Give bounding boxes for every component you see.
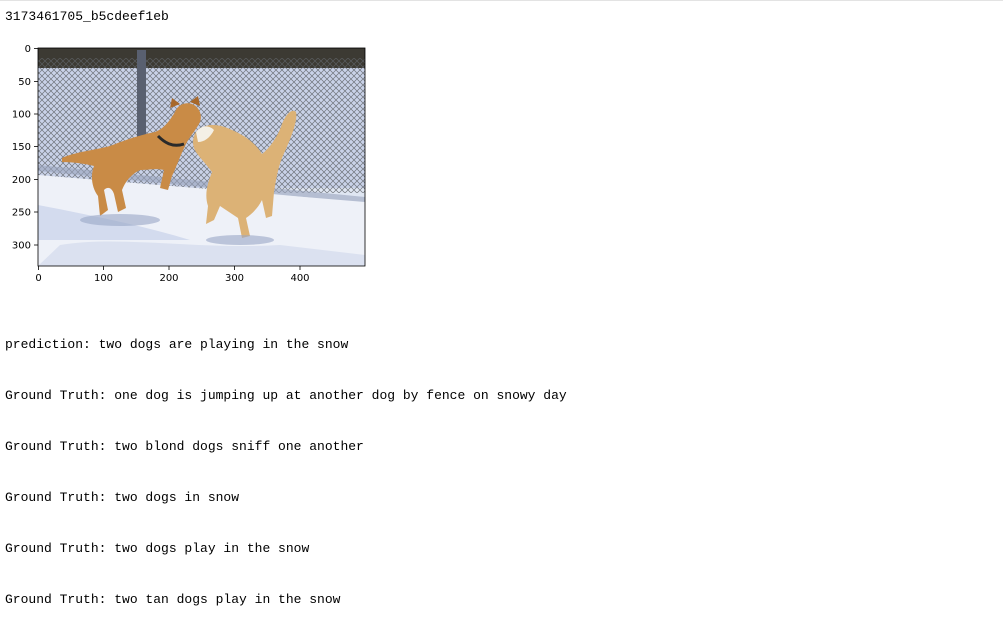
ground-truth-text: Ground Truth: two dogs in snow: [5, 490, 240, 505]
y-tick-label: 250: [12, 208, 31, 219]
ground-truth-text: Ground Truth: one dog is jumping up at a…: [5, 388, 567, 403]
y-axis: 0 50 100 150 200 250 300: [12, 44, 38, 252]
image-plot: 0 100 200 300 400 0 50 100 150 200 250 3…: [0, 40, 380, 285]
x-tick-label: 200: [159, 273, 178, 284]
cell-top-border: [0, 0, 1003, 1]
y-tick-label: 100: [12, 110, 31, 121]
image-id-text: 3173461705_b5cdeef1eb: [5, 9, 169, 24]
ground-truth-text: Ground Truth: two tan dogs play in the s…: [5, 592, 341, 607]
dog-photo: [38, 48, 365, 266]
y-tick-label: 200: [12, 175, 31, 186]
x-tick-label: 400: [290, 273, 309, 284]
y-tick-label: 50: [18, 77, 31, 88]
y-tick-label: 300: [12, 241, 31, 252]
y-tick-label: 0: [25, 44, 31, 55]
y-tick-label: 150: [12, 142, 31, 153]
x-axis: 0 100 200 300 400: [35, 266, 310, 284]
ground-truth-text: Ground Truth: two dogs play in the snow: [5, 541, 310, 556]
x-tick-label: 300: [225, 273, 244, 284]
x-tick-label: 0: [35, 273, 41, 284]
prediction-text: prediction: two dogs are playing in the …: [5, 337, 349, 352]
x-tick-label: 100: [94, 273, 113, 284]
plot-svg: 0 100 200 300 400 0 50 100 150 200 250 3…: [12, 44, 366, 284]
ground-truth-text: Ground Truth: two blond dogs sniff one a…: [5, 439, 364, 454]
caption-output: prediction: two dogs are playing in the …: [5, 302, 567, 625]
